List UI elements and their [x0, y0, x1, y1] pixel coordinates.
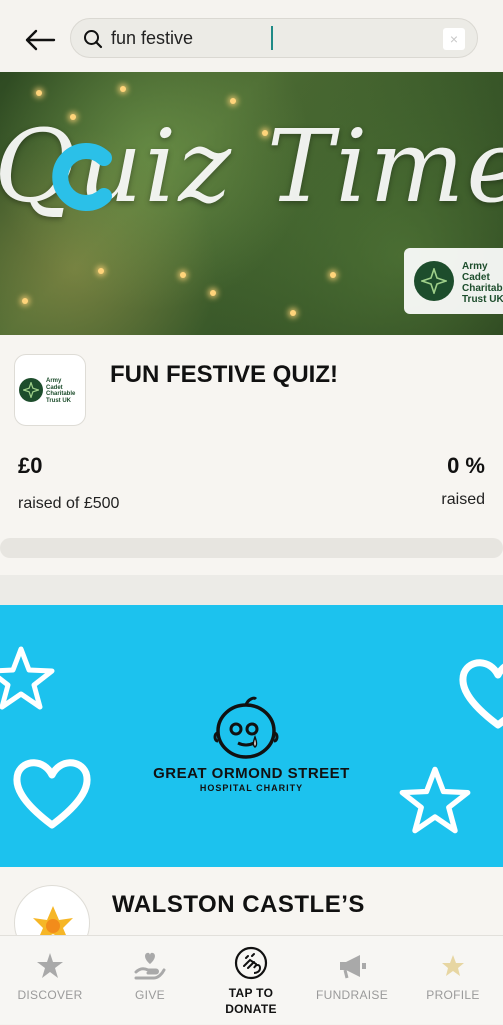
quiz-card[interactable]: Army Cadet Charitable Trust UK FUN FESTI… — [0, 335, 503, 575]
card-title[interactable]: FUN FESTIVE QUIZ! — [110, 361, 338, 389]
fundraise-icon — [340, 955, 366, 979]
search-input[interactable] — [111, 26, 273, 50]
nav-label: GIVE — [135, 988, 165, 1002]
back-arrow-icon — [25, 29, 56, 51]
nav-profile[interactable]: PROFILE — [403, 936, 503, 1025]
give-icon — [134, 952, 166, 980]
search-header: × — [0, 0, 503, 72]
gosh-face-logo-icon — [213, 696, 279, 759]
search-bar[interactable]: × — [70, 18, 478, 58]
org-logo[interactable]: Army Cadet Charitable Trust UK — [14, 354, 86, 426]
badge-line: Army — [462, 261, 488, 272]
gosh-banner-image[interactable]: GREAT ORMOND STREET HOSPITAL CHARITY — [0, 605, 503, 867]
raised-target: raised of £500 — [18, 495, 120, 512]
tap-donate-icon — [234, 946, 268, 980]
nav-give[interactable]: GIVE — [100, 936, 200, 1025]
heart-doodle-icon — [459, 659, 503, 729]
daffodil-logo-icon — [33, 906, 73, 937]
search-icon — [84, 30, 103, 49]
org-logo-line: Charitable — [46, 391, 76, 397]
quiz-banner-image[interactable]: Quiz Time! Army Cadet Charitable Trust U… — [0, 72, 503, 335]
raised-percent: 0 % — [447, 453, 485, 478]
org-logo-line: Trust UK — [46, 397, 72, 404]
back-button[interactable] — [22, 22, 58, 58]
walston-card[interactable]: WALSTON CASTLE’S — [0, 867, 503, 937]
profile-star-icon — [442, 955, 464, 976]
card-title[interactable]: WALSTON CASTLE’S — [112, 891, 365, 919]
nav-tap-to-donate[interactable]: TAP TO DONATE — [201, 936, 301, 1025]
nav-label: TAP TO DONATE — [201, 985, 301, 1017]
badge-line: Cadet — [462, 272, 490, 283]
bottom-navigation: DISCOVER GIVE TAP TO DONATE FUNDRAISE PR… — [0, 935, 503, 1024]
nav-label: DISCOVER — [17, 988, 83, 1002]
progress-bar — [0, 538, 503, 558]
army-cadet-logo-icon — [414, 261, 454, 301]
badge-line: Trust UK — [462, 294, 503, 305]
percent-label: raised — [441, 491, 485, 508]
clear-search-button[interactable]: × — [443, 28, 465, 50]
nav-label: PROFILE — [426, 988, 480, 1002]
org-logo[interactable] — [14, 885, 90, 937]
card-divider — [0, 575, 503, 605]
gosh-subtitle: HOSPITAL CHARITY — [199, 783, 304, 793]
nav-label: FUNDRAISE — [315, 988, 389, 1002]
badge-line: Charitable — [462, 283, 503, 294]
gosh-title: GREAT ORMOND STREET — [153, 765, 350, 782]
nav-discover[interactable]: DISCOVER — [0, 936, 100, 1025]
raised-amount: £0 — [18, 453, 43, 478]
discover-icon — [37, 953, 63, 978]
c-logo-icon — [52, 143, 112, 211]
nav-label-line: TAP TO — [228, 986, 274, 1000]
nav-label-line: DONATE — [225, 1002, 277, 1016]
close-icon: × — [449, 31, 459, 47]
army-cadet-logo-icon — [19, 378, 43, 402]
star-doodle-icon — [0, 646, 55, 710]
nav-fundraise[interactable]: FUNDRAISE — [302, 936, 402, 1025]
banner-org-badge: Army Cadet Charitable Trust UK — [404, 248, 503, 314]
